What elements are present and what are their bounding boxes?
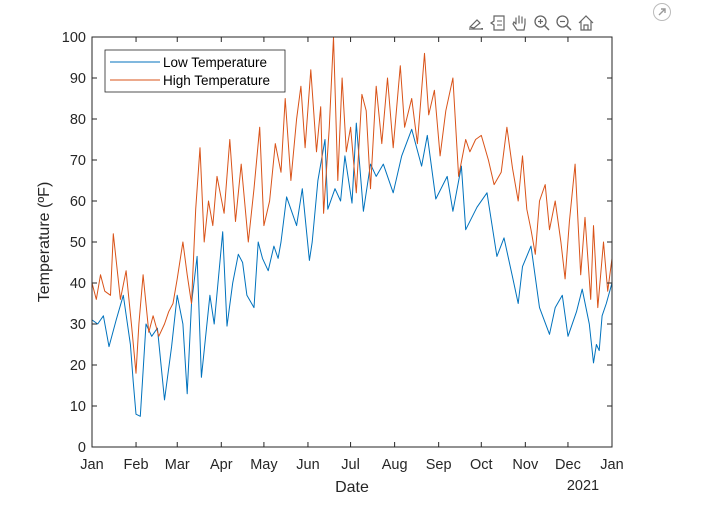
home-button[interactable] [576, 12, 596, 34]
y-tick-label: 0 [78, 440, 86, 456]
axes-toolbar [466, 12, 596, 34]
y-axis-label: Temperature (ºF) [36, 182, 53, 303]
x-axis-label: Date [335, 479, 369, 496]
x-tick-label: Jan [600, 457, 623, 473]
legend-label-high: High Temperature [163, 73, 270, 88]
y-tick-label: 50 [70, 235, 86, 251]
y-tick-label: 40 [70, 276, 86, 292]
y-tick-label: 10 [70, 399, 86, 415]
x-tick-label: Oct [470, 457, 493, 473]
x-tick-label: Jul [341, 457, 360, 473]
x-tick-label: Nov [512, 457, 539, 473]
x-tick-label: Mar [165, 457, 190, 473]
brush-data-icon [468, 19, 483, 30]
x-tick-label: Aug [382, 457, 408, 473]
y-tick-label: 90 [70, 71, 86, 87]
y-tick-label: 80 [70, 112, 86, 128]
x-axis-year-label: 2021 [567, 478, 599, 494]
plot-area [92, 37, 612, 447]
x-tick-label: May [250, 457, 278, 473]
data-tips-icon [489, 15, 505, 31]
legend-label-low: Low Temperature [163, 55, 267, 70]
y-tick-label: 20 [70, 358, 86, 374]
x-tick-label: Jun [296, 457, 319, 473]
zoom-in-icon [534, 15, 550, 31]
temperature-chart: 0 10 20 30 40 50 60 70 80 90 100 Jan Feb Mar Apr May Jun… [36, 30, 624, 496]
export-button[interactable] [652, 2, 672, 22]
data-tips-button[interactable] [488, 12, 508, 34]
x-tick-label: Feb [124, 457, 149, 473]
zoom-out-icon [556, 15, 572, 31]
zoom-out-button[interactable] [554, 12, 574, 34]
home-icon [578, 15, 594, 31]
zoom-in-button[interactable] [532, 12, 552, 34]
y-tick-label: 60 [70, 194, 86, 210]
y-tick-label: 70 [70, 153, 86, 169]
y-tick-label: 100 [62, 30, 86, 46]
x-tick-label: Jan [80, 457, 103, 473]
brush-data-button[interactable] [466, 12, 486, 34]
y-tick-label: 30 [70, 317, 86, 333]
x-tick-label: Sep [426, 457, 452, 473]
pan-icon [512, 15, 526, 31]
x-tick-label: Apr [210, 457, 233, 473]
x-tick-label: Dec [555, 457, 581, 473]
legend[interactable]: Low Temperature High Temperature [104, 49, 286, 93]
pan-button[interactable] [510, 12, 530, 34]
export-arrow-icon [653, 3, 671, 21]
